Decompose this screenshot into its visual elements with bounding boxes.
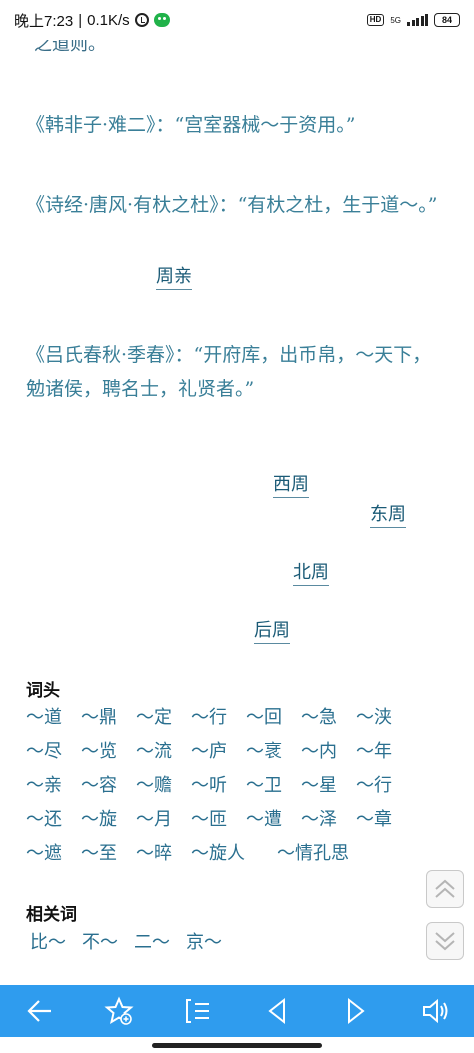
- dictionary-content[interactable]: 之道则。 《韩非子·难二》：“宫室器械～于资用。” 《诗经·唐风·有杕之杜》：“…: [0, 40, 474, 985]
- prefix-word-link[interactable]: ～晬: [136, 841, 179, 867]
- prefix-word-link[interactable]: ～月: [136, 807, 179, 833]
- prefix-word-link[interactable]: ～流: [136, 739, 179, 765]
- prefix-word-link[interactable]: ～旋人: [191, 841, 265, 867]
- battery-icon: 84: [434, 13, 460, 27]
- partial-text-line: 之道则。: [34, 40, 106, 55]
- prefix-word-link[interactable]: ～情孔思: [277, 841, 349, 867]
- prefix-word-link[interactable]: ～鼎: [81, 705, 124, 731]
- prefix-word-link[interactable]: ～还: [26, 807, 69, 833]
- previous-entry-button[interactable]: [253, 989, 301, 1033]
- prefix-word-link[interactable]: ～卫: [246, 773, 289, 799]
- double-chevron-down-icon: [435, 932, 455, 951]
- star-add-icon: [103, 996, 134, 1025]
- next-triangle-icon: [347, 997, 365, 1025]
- status-divider: |: [78, 11, 83, 29]
- scroll-up-button[interactable]: [426, 870, 464, 908]
- speaker-icon: [422, 998, 447, 1024]
- back-arrow-icon: [26, 1000, 51, 1022]
- prefix-word-link[interactable]: ～庐: [191, 739, 234, 765]
- status-time: 晚上7:23: [14, 12, 74, 30]
- status-bar: 晚上7:23 | 0.1K/s HD 5G 84: [0, 0, 474, 40]
- prefix-word-link[interactable]: ～年: [356, 739, 399, 765]
- wechat-icon: [153, 13, 170, 27]
- prefix-word-link[interactable]: ～星: [301, 773, 344, 799]
- gesture-nav-bar[interactable]: [152, 1043, 322, 1048]
- status-speed: 0.1K/s: [87, 11, 130, 29]
- prefix-word-link[interactable]: ～容: [81, 773, 124, 799]
- prefix-word-link[interactable]: ～定: [136, 705, 179, 731]
- prefix-word-link[interactable]: ～回: [246, 705, 289, 731]
- prefix-word-link[interactable]: ～道: [26, 705, 69, 731]
- prefix-word-link[interactable]: ～泽: [301, 807, 344, 833]
- signal-icon: [407, 14, 428, 26]
- link-xizhou[interactable]: 西周: [273, 474, 309, 498]
- link-beizhou[interactable]: 北周: [293, 562, 329, 586]
- prefix-word-link[interactable]: ～内: [301, 739, 344, 765]
- prefix-word-link[interactable]: ～章: [356, 807, 399, 833]
- link-houzhou[interactable]: 后周: [254, 620, 290, 644]
- related-word-list: 比～ 不～ 二～ 京～: [30, 930, 222, 956]
- toc-button[interactable]: [174, 989, 222, 1033]
- quote-hanfeizi: 《韩非子·难二》：“宫室器械～于资用。”: [26, 114, 356, 136]
- related-word-link[interactable]: 比～: [30, 930, 66, 956]
- prefix-word-link[interactable]: ～听: [191, 773, 234, 799]
- prefix-word-link[interactable]: ～赡: [136, 773, 179, 799]
- prefix-word-link[interactable]: ～急: [301, 705, 344, 731]
- alarm-icon: [134, 13, 149, 27]
- prefix-word-link[interactable]: ～旋: [81, 807, 124, 833]
- next-entry-button[interactable]: [332, 989, 380, 1033]
- prefix-word-link[interactable]: ～行: [356, 773, 399, 799]
- bottom-toolbar: [0, 985, 474, 1037]
- quote-shijing: 《诗经·唐风·有杕之杜》：“有杕之杜，生于道～。”: [26, 194, 438, 216]
- hd-icon: HD: [366, 14, 385, 26]
- prefix-word-link[interactable]: ～至: [81, 841, 124, 867]
- prefix-word-link[interactable]: ～浃: [356, 705, 399, 731]
- prefix-word-link[interactable]: ～遭: [246, 807, 289, 833]
- prefix-word-link[interactable]: ～遮: [26, 841, 69, 867]
- prefix-word-list: ～道 ～鼎 ～定 ～行 ～回 ～急 ～浃 ～尽 ～览 ～流 ～庐 ～衺 ～内 ～年 ～亲 ～容 ～赡 ～听 ～卫 ～星…: [26, 705, 446, 867]
- related-word-link[interactable]: 不～: [82, 930, 118, 956]
- prev-triangle-icon: [267, 997, 285, 1025]
- link-dongzhou[interactable]: 东周: [370, 504, 406, 528]
- prefix-word-link[interactable]: ～衺: [246, 739, 289, 765]
- related-word-link[interactable]: 二～: [134, 930, 170, 956]
- prefix-word-link[interactable]: ～尽: [26, 739, 69, 765]
- related-section-title: 相关词: [26, 905, 77, 925]
- network-type: 5G: [390, 15, 401, 25]
- link-zhouqin[interactable]: 周亲: [156, 266, 192, 290]
- prefix-word-link[interactable]: ～览: [81, 739, 124, 765]
- related-word-link[interactable]: 京～: [186, 930, 222, 956]
- quote-lvshichunqiu: 《吕氏春秋·季春》：“开府库，出币帛，～天下，勉诸侯，聘名士，礼贤者。”: [26, 344, 432, 400]
- favorite-add-button[interactable]: [95, 989, 143, 1033]
- prefix-section-title: 词头: [26, 681, 60, 701]
- back-button[interactable]: [16, 989, 64, 1033]
- toc-list-icon: [185, 999, 209, 1023]
- scroll-down-button[interactable]: [426, 922, 464, 960]
- double-chevron-up-icon: [435, 879, 455, 898]
- prefix-word-link[interactable]: ～行: [191, 705, 234, 731]
- prefix-word-link[interactable]: ～亲: [26, 773, 69, 799]
- pronounce-button[interactable]: [411, 989, 459, 1033]
- prefix-word-link[interactable]: ～匝: [191, 807, 234, 833]
